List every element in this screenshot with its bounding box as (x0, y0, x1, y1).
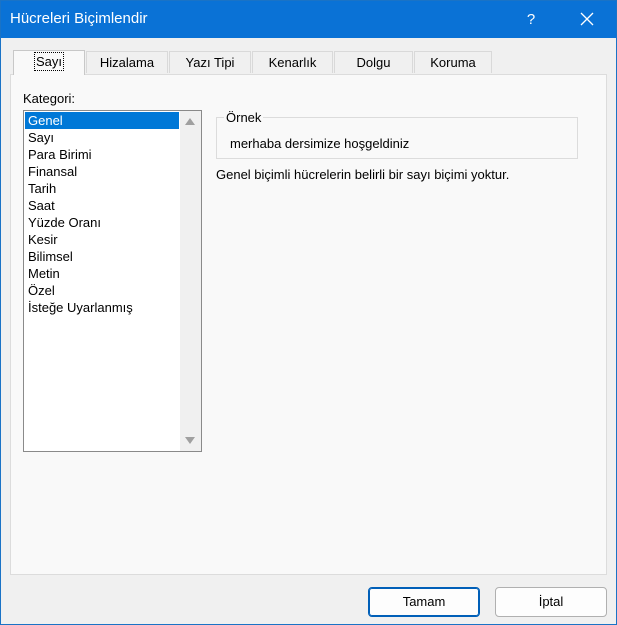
category-item-date[interactable]: Tarih (25, 180, 179, 197)
tab-border[interactable]: Kenarlık (252, 51, 333, 73)
category-item-scientific[interactable]: Bilimsel (25, 248, 179, 265)
tab-number[interactable]: Sayı (13, 50, 85, 75)
tab-protection[interactable]: Koruma (414, 51, 492, 73)
tab-fill[interactable]: Dolgu (334, 51, 413, 73)
tab-label: Dolgu (356, 55, 391, 70)
category-listbox[interactable]: Genel Sayı Para Birimi Finansal Tarih Sa… (23, 110, 202, 452)
window-title: Hücreleri Biçimlendir (10, 10, 148, 27)
tab-alignment[interactable]: Hizalama (86, 51, 168, 73)
category-item-fraction[interactable]: Kesir (25, 231, 179, 248)
title-bar: Hücreleri Biçimlendir ? (1, 1, 616, 38)
category-item-special[interactable]: Özel (25, 282, 179, 299)
sample-group: Örnek merhaba dersimize hoşgeldiniz (216, 110, 578, 159)
tab-label: Kenarlık (268, 55, 317, 70)
category-item-percentage[interactable]: Yüzde Oranı (25, 214, 179, 231)
scroll-up-arrow-icon[interactable] (185, 118, 195, 125)
help-button[interactable]: ? (519, 1, 543, 38)
ok-button[interactable]: Tamam (368, 587, 480, 617)
category-item-number[interactable]: Sayı (25, 129, 179, 146)
category-item-custom[interactable]: İsteğe Uyarlanmış (25, 299, 179, 316)
category-label: Kategori: (23, 91, 76, 106)
category-item-time[interactable]: Saat (25, 197, 179, 214)
cancel-button[interactable]: İptal (495, 587, 607, 617)
tab-label: Hizalama (99, 55, 155, 70)
close-button[interactable] (570, 1, 604, 38)
format-description: Genel biçimli hücrelerin belirli bir say… (216, 167, 510, 182)
tab-font[interactable]: Yazı Tipi (169, 51, 251, 73)
category-item-accounting[interactable]: Finansal (25, 163, 179, 180)
scroll-down-arrow-icon[interactable] (185, 437, 195, 444)
format-cells-dialog: Hücreleri Biçimlendir ? Sayı Hizalama Ya… (0, 0, 617, 625)
close-icon (580, 12, 594, 26)
tab-label: Yazı Tipi (185, 55, 235, 70)
sample-value: merhaba dersimize hoşgeldiniz (230, 136, 410, 151)
category-scrollbar[interactable] (180, 111, 201, 451)
category-item-currency[interactable]: Para Birimi (25, 146, 179, 163)
sample-label: Örnek (224, 110, 264, 125)
tab-panel-number: Kategori: Genel Sayı Para Birimi Finansa… (10, 74, 607, 575)
category-item-text[interactable]: Metin (25, 265, 179, 282)
category-item-general[interactable]: Genel (25, 112, 179, 129)
tab-label: Sayı (33, 52, 65, 71)
tab-label: Koruma (430, 55, 476, 70)
